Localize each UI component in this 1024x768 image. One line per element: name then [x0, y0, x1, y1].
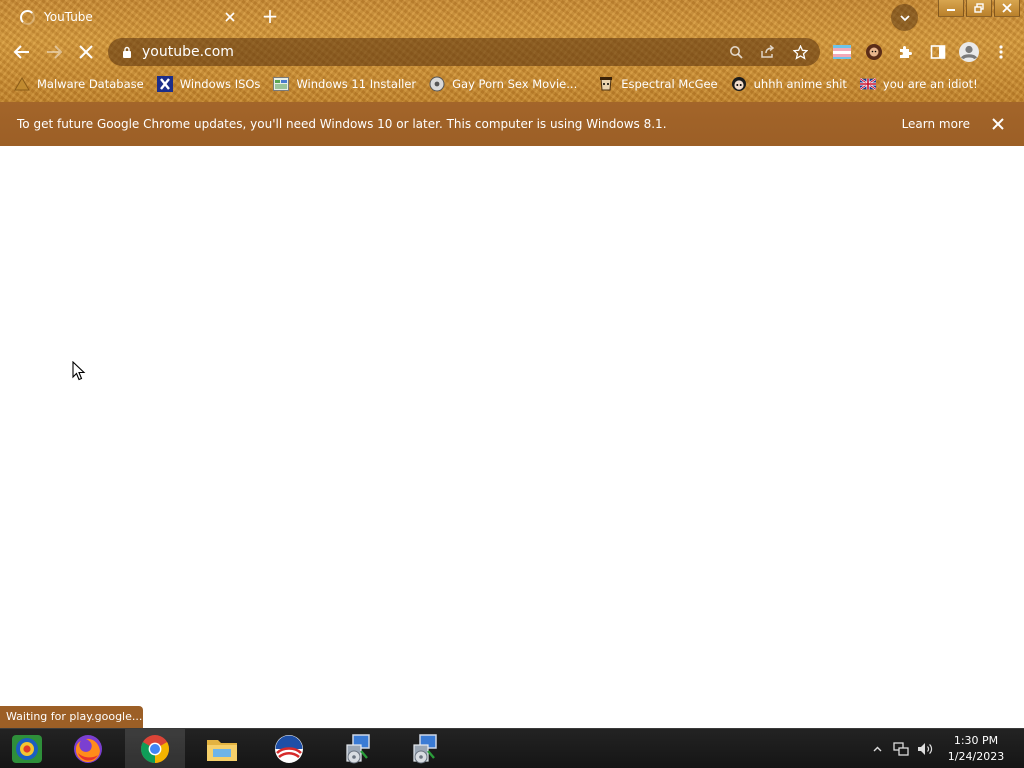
arrow-right-icon: [47, 45, 63, 59]
bookmark-anime[interactable]: uhhh anime shit: [725, 72, 854, 96]
obama-logo-icon: [275, 735, 303, 763]
window-controls: [938, 0, 1020, 18]
bookmark-label: Windows 11 Installer: [296, 77, 417, 91]
share-icon[interactable]: [756, 40, 780, 64]
stop-icon: [79, 45, 93, 59]
profile-avatar-icon[interactable]: [958, 41, 980, 63]
status-bubble: Waiting for play.google....: [0, 706, 143, 728]
back-button[interactable]: [10, 40, 34, 64]
face-icon: [598, 76, 614, 92]
minimize-button[interactable]: [938, 0, 964, 17]
bookmark-you-are-an-idiot[interactable]: you are an idiot!: [854, 72, 985, 96]
learn-more-link[interactable]: Learn more: [902, 117, 970, 131]
zoom-search-icon[interactable]: [724, 40, 748, 64]
mouse-cursor-icon: [72, 361, 86, 381]
flag-extension-icon[interactable]: [831, 41, 853, 63]
tab-title: YouTube: [44, 10, 93, 24]
setup-installer-icon: [346, 734, 370, 764]
bookmark-espectral-mcgee[interactable]: Espectral McGee: [584, 72, 724, 96]
folder-icon: [207, 740, 237, 761]
restore-button[interactable]: [966, 0, 992, 17]
bookmark-label: Espectral McGee: [621, 77, 718, 91]
x-icon: [156, 76, 173, 92]
chrome-icon: [141, 735, 169, 763]
side-panel-icon[interactable]: [927, 41, 949, 63]
bookmark-star-icon[interactable]: [788, 40, 812, 64]
infobar-close-icon[interactable]: [990, 116, 1006, 132]
clock-date: 1/24/2023: [947, 750, 1005, 763]
bookmark-label: Malware Database: [37, 77, 144, 91]
bookmark-label: uhhh anime shit: [753, 77, 847, 91]
avatar-extension-icon[interactable]: [863, 41, 885, 63]
bookmark-windows-11-installer[interactable]: Windows 11 Installer: [267, 72, 423, 96]
close-icon: [1002, 3, 1012, 13]
taskbar-installer-1[interactable]: [326, 729, 386, 768]
malware-icon: [14, 76, 30, 92]
chrome-menu-icon[interactable]: [990, 41, 1012, 63]
tab-close-icon[interactable]: [222, 9, 238, 25]
lock-icon[interactable]: [120, 45, 134, 59]
setup-installer-icon: [413, 734, 437, 764]
arrow-left-icon: [13, 45, 29, 59]
taskbar-obama-app[interactable]: [259, 729, 319, 768]
tab-search-button[interactable]: [891, 4, 918, 31]
bookmark-label: you are an idiot!: [882, 77, 978, 91]
anime-icon: [731, 76, 747, 92]
address-bar[interactable]: youtube.com: [108, 38, 820, 66]
clock-time: 1:30 PM: [953, 734, 999, 747]
network-tray-icon[interactable]: [891, 729, 911, 768]
close-window-button[interactable]: [994, 0, 1020, 17]
chevron-down-icon: [899, 14, 910, 21]
chevron-up-icon: [873, 746, 881, 752]
taskbar-chrome[interactable]: [125, 729, 185, 768]
bookmark-label: Windows ISOs: [179, 77, 261, 91]
volume-tray-icon[interactable]: [915, 729, 935, 768]
new-tab-button[interactable]: +: [259, 5, 281, 27]
loading-spinner-icon: [20, 9, 35, 25]
flag-icon: [859, 76, 876, 92]
taskbar: 1:30 PM 1/24/2023: [0, 728, 1024, 768]
bookmarks-bar: Malware Database Windows ISOs Windows 11…: [0, 72, 985, 96]
minimize-icon: [947, 9, 955, 11]
update-infobar: To get future Google Chrome updates, you…: [0, 102, 1024, 146]
browser-frame: YouTube + youtube.com Malware Database W…: [0, 0, 1024, 102]
taskbar-clock[interactable]: 1:30 PM 1/24/2023: [944, 733, 1008, 765]
forward-button[interactable]: [42, 40, 66, 64]
bookmark-label: Gay Porn Sex Movie...: [452, 77, 578, 91]
taskbar-installer-2[interactable]: [393, 729, 453, 768]
page-content[interactable]: [0, 146, 1024, 728]
bookmark-movie-site[interactable]: Gay Porn Sex Movie...: [423, 72, 584, 96]
infobar-message: To get future Google Chrome updates, you…: [17, 117, 667, 131]
bookmark-malware-database[interactable]: Malware Database: [0, 72, 151, 96]
tray-overflow-button[interactable]: [869, 729, 885, 768]
restore-icon: [974, 3, 984, 13]
taskbar-firefox[interactable]: [58, 729, 118, 768]
firefox-icon: [74, 735, 102, 763]
stop-button[interactable]: [74, 40, 98, 64]
disc-icon: [429, 76, 445, 92]
installer-icon: [273, 76, 290, 92]
bookmark-windows-isos[interactable]: Windows ISOs: [151, 72, 268, 96]
start-orb-icon: [12, 735, 42, 763]
extensions-puzzle-icon[interactable]: [895, 41, 917, 63]
tab-youtube[interactable]: YouTube: [8, 4, 246, 30]
url-text[interactable]: youtube.com: [142, 44, 724, 60]
taskbar-file-explorer[interactable]: [192, 729, 252, 768]
start-button[interactable]: [0, 729, 54, 768]
